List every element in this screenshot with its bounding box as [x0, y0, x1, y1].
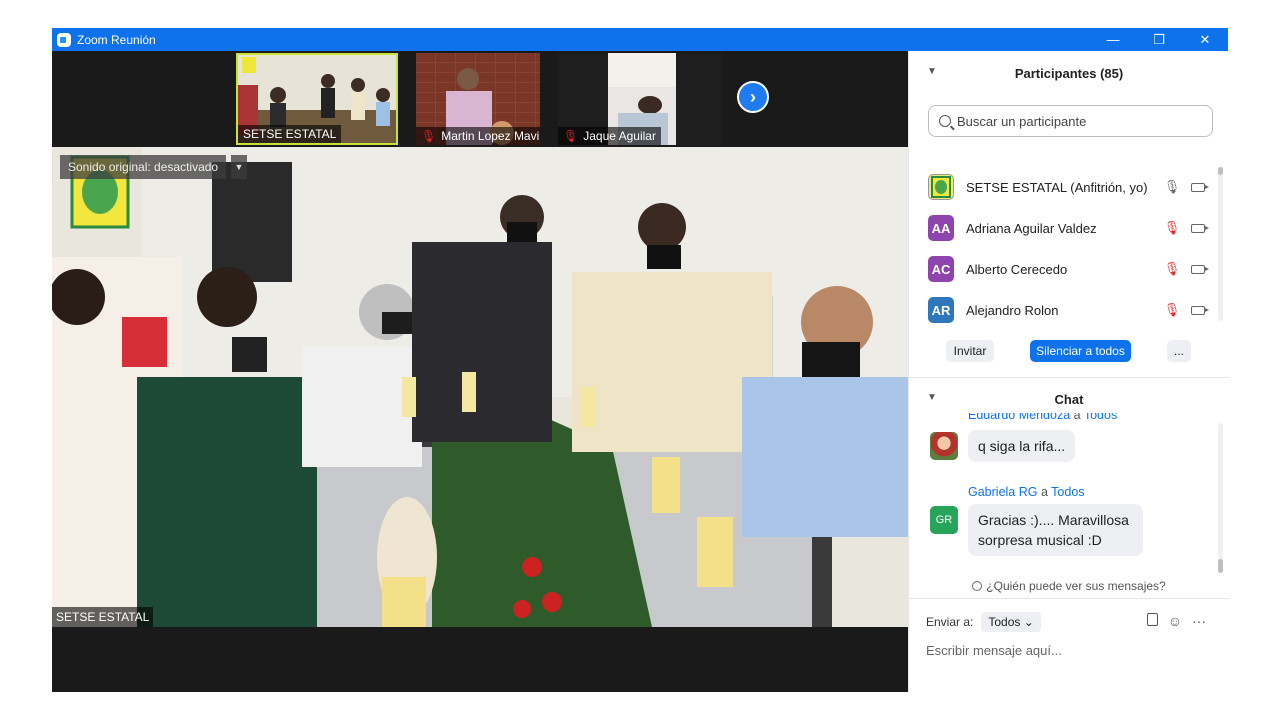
video-thumbnail[interactable]: 🎙 Jaque Aguilar	[558, 53, 722, 145]
host-logo-avatar	[928, 174, 954, 200]
more-options-button[interactable]: ...	[1167, 340, 1191, 362]
more-icon[interactable]: ···	[1192, 613, 1206, 629]
meeting-room-scene-image	[52, 147, 908, 627]
video-camera-off-icon[interactable]	[1188, 221, 1209, 236]
zoom-logo-icon	[57, 32, 71, 47]
video-area: SETSE ESTATAL 🎙 Martin Lopez Mavil 🎙 Jaq…	[52, 51, 908, 692]
video-camera-off-icon[interactable]	[1188, 303, 1209, 318]
avatar: AA	[928, 215, 954, 241]
send-to-select[interactable]: Todos ⌄	[981, 612, 1041, 632]
side-panel: ▼ Participantes (85) Buscar un participa…	[908, 51, 1229, 692]
next-page-button[interactable]: ›	[737, 81, 769, 113]
chevron-down-icon[interactable]: ▼	[927, 66, 937, 77]
video-bottom-area	[52, 627, 908, 692]
mic-muted-icon[interactable]: 🎙	[1162, 302, 1182, 318]
mic-muted-icon[interactable]: 🎙	[1162, 220, 1182, 236]
participant-item[interactable]: SETSE ESTATAL (Anfitrión, yo) 🎙	[928, 173, 1209, 201]
participant-item[interactable]: AC Alberto Cerecedo 🎙	[928, 255, 1209, 283]
person-icon	[972, 581, 983, 591]
speaker-name-label: SETSE ESTATAL	[52, 607, 154, 627]
who-can-see-link[interactable]: ¿Quién puede ver sus mensajes?	[909, 576, 1229, 596]
zoom-window: Zoom Reunión — ❐ ✕ SETSE ESTATAL 🎙 Marti…	[52, 28, 1229, 692]
chat-message: Gracias :).... Maravillosa sorpresa musi…	[968, 504, 1143, 556]
search-icon	[939, 115, 951, 127]
panel-divider	[909, 377, 1229, 378]
sound-menu-caret[interactable]: ▼	[231, 155, 247, 179]
restore-button[interactable]: ❐	[1136, 28, 1182, 51]
chat-message: q siga la rifa...	[968, 430, 1076, 462]
video-camera-off-icon[interactable]	[1188, 262, 1209, 277]
participants-scrollbar[interactable]	[1218, 167, 1223, 321]
thumbnail-strip: SETSE ESTATAL 🎙 Martin Lopez Mavil 🎙 Jaq…	[52, 51, 908, 147]
close-button[interactable]: ✕	[1182, 28, 1228, 51]
chat-scrollbar[interactable]	[1218, 423, 1223, 573]
mic-muted-icon: 🎙	[563, 129, 579, 143]
participant-item[interactable]: AR Alejandro Rolon 🎙	[928, 296, 1209, 324]
main-video[interactable]: Sonido original: desactivado ▼ SETSE EST…	[52, 147, 908, 627]
chevron-right-icon: ›	[750, 86, 756, 107]
thumbnail-label: 🎙 Jaque Aguilar	[558, 127, 661, 145]
chat-tools: ☺ ···	[1146, 613, 1206, 629]
avatar: AR	[928, 297, 954, 323]
chevron-down-icon[interactable]: ▼	[927, 392, 937, 403]
participant-item[interactable]: AA Adriana Aguilar Valdez 🎙	[928, 214, 1209, 242]
video-camera-icon[interactable]	[1188, 180, 1209, 195]
chat-header: ▼ Chat	[927, 391, 1084, 407]
participants-header: ▼ Participantes (85)	[927, 65, 1124, 81]
emoji-icon[interactable]: ☺	[1168, 613, 1182, 629]
chevron-down-icon: ▼	[234, 162, 244, 172]
chat-sender: Gabriela RG a Todos	[968, 485, 1085, 499]
mute-all-button[interactable]: Silenciar a todos	[1030, 340, 1131, 362]
window-title: Zoom Reunión	[77, 32, 156, 47]
avatar: AC	[928, 256, 954, 282]
minimize-button[interactable]: —	[1090, 28, 1136, 51]
chevron-down-icon: ⌄	[1023, 615, 1034, 629]
video-thumbnail[interactable]: 🎙 Martin Lopez Mavil	[416, 53, 540, 145]
chat-avatar: GR	[930, 506, 958, 534]
mic-muted-icon: 🎙	[421, 129, 437, 143]
invite-button[interactable]: Invitar	[946, 340, 994, 362]
title-bar: Zoom Reunión — ❐ ✕	[52, 28, 1228, 51]
microphone-icon[interactable]: 🎙	[1162, 179, 1182, 195]
original-sound-badge[interactable]: Sonido original: desactivado	[60, 155, 227, 179]
chat-divider	[909, 598, 1229, 599]
window-controls: — ❐ ✕	[1090, 28, 1228, 51]
video-thumbnail[interactable]: SETSE ESTATAL	[236, 53, 398, 145]
mic-muted-icon[interactable]: 🎙	[1162, 261, 1182, 277]
chat-avatar	[930, 432, 958, 460]
chat-message-input[interactable]	[926, 639, 1216, 661]
thumbnail-label: SETSE ESTATAL	[238, 125, 342, 143]
chat-sender: Eduardo Mendoza a Todos	[968, 413, 1118, 422]
file-icon[interactable]	[1146, 613, 1158, 626]
send-to-row: Enviar a: Todos ⌄	[926, 611, 1041, 633]
thumbnail-label: 🎙 Martin Lopez Mavil	[416, 127, 540, 145]
participant-search-input[interactable]: Buscar un participante	[928, 105, 1213, 137]
